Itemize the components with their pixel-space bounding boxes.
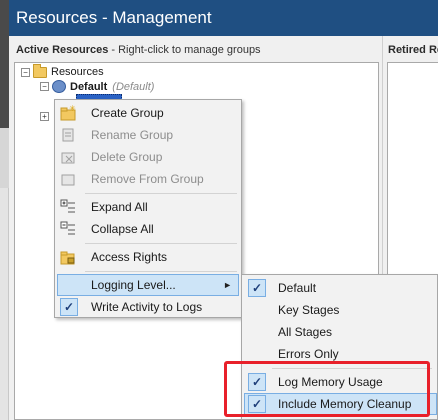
left-strip-dark bbox=[0, 0, 9, 128]
retired-resources-header: Retired Re bbox=[388, 44, 438, 56]
group-icon bbox=[52, 80, 66, 93]
active-resources-hint: - Right-click to manage groups bbox=[108, 44, 261, 56]
tree-node-label: Resources bbox=[51, 66, 104, 78]
window-title: Resources - Management bbox=[9, 0, 438, 36]
collapse-toggle-icon[interactable]: − bbox=[21, 67, 30, 77]
submenu-arrow-icon: ► bbox=[223, 280, 232, 290]
left-side-strip bbox=[0, 0, 9, 420]
new-folder-icon: ✳ bbox=[60, 104, 76, 121]
menu-item-expand-all[interactable]: Expand All bbox=[57, 196, 239, 218]
menu-item-delete-group[interactable]: Delete Group bbox=[57, 146, 239, 168]
expand-toggle-icon[interactable]: + bbox=[40, 112, 49, 121]
menu-item-logging-level[interactable]: Logging Level... ► bbox=[57, 274, 239, 296]
submenu-item-key-stages[interactable]: Key Stages bbox=[244, 299, 437, 321]
menu-label: Create Group bbox=[91, 106, 164, 120]
default-note: (Default) bbox=[112, 80, 155, 93]
remove-icon bbox=[60, 171, 76, 187]
checkmark-icon: ✓ bbox=[248, 279, 266, 297]
left-strip-scroll[interactable] bbox=[0, 128, 9, 188]
active-resources-header: Active Resources - Right-click to manage… bbox=[16, 44, 261, 56]
lock-folder-icon bbox=[60, 249, 76, 265]
menu-label: Expand All bbox=[91, 200, 148, 214]
submenu-label: Default bbox=[278, 281, 317, 295]
submenu-label: Errors Only bbox=[278, 347, 339, 361]
menu-separator bbox=[85, 243, 237, 244]
rename-icon bbox=[60, 127, 76, 143]
collapse-toggle-icon[interactable]: − bbox=[40, 82, 49, 91]
expand-all-icon bbox=[60, 199, 76, 215]
tree-node-collapsed[interactable]: + bbox=[40, 112, 52, 121]
tree-node-default[interactable]: − Default (Default) bbox=[40, 80, 154, 93]
submenu-label: Key Stages bbox=[278, 303, 340, 317]
menu-label: Write Activity to Logs bbox=[91, 300, 203, 314]
menu-separator bbox=[85, 193, 237, 194]
menu-item-write-activity[interactable]: ✓ Write Activity to Logs bbox=[57, 296, 239, 318]
menu-item-rename-group[interactable]: Rename Group bbox=[57, 124, 239, 146]
menu-label: Remove From Group bbox=[91, 172, 204, 186]
annotation-highlight-box bbox=[224, 361, 430, 417]
menu-item-create-group[interactable]: ✳ Create Group bbox=[57, 102, 239, 124]
menu-label: Access Rights bbox=[91, 250, 168, 264]
submenu-item-default[interactable]: ✓ Default bbox=[244, 277, 437, 299]
submenu-label: All Stages bbox=[278, 325, 333, 339]
folder-icon bbox=[33, 63, 47, 78]
tree-node-label: Default bbox=[70, 80, 108, 93]
menu-label: Logging Level... bbox=[91, 278, 176, 292]
menu-label: Delete Group bbox=[91, 150, 163, 164]
context-menu: ✳ Create Group Rename Group Delete Group… bbox=[54, 99, 242, 318]
checkmark-icon: ✓ bbox=[60, 298, 78, 316]
svg-text:✳: ✳ bbox=[69, 105, 76, 113]
submenu-item-all-stages[interactable]: All Stages bbox=[244, 321, 437, 343]
menu-item-remove-from-group[interactable]: Remove From Group bbox=[57, 168, 239, 190]
menu-item-access-rights[interactable]: Access Rights bbox=[57, 246, 239, 268]
menu-separator bbox=[85, 271, 237, 272]
retired-resources-heading: Retired Re bbox=[388, 44, 438, 56]
menu-label: Rename Group bbox=[91, 128, 174, 142]
menu-label: Collapse All bbox=[91, 222, 154, 236]
tree-node-resources[interactable]: − Resources bbox=[21, 63, 104, 78]
collapse-all-icon bbox=[60, 221, 76, 237]
active-resources-heading: Active Resources bbox=[16, 44, 109, 56]
delete-icon bbox=[60, 149, 76, 165]
menu-item-collapse-all[interactable]: Collapse All bbox=[57, 218, 239, 240]
